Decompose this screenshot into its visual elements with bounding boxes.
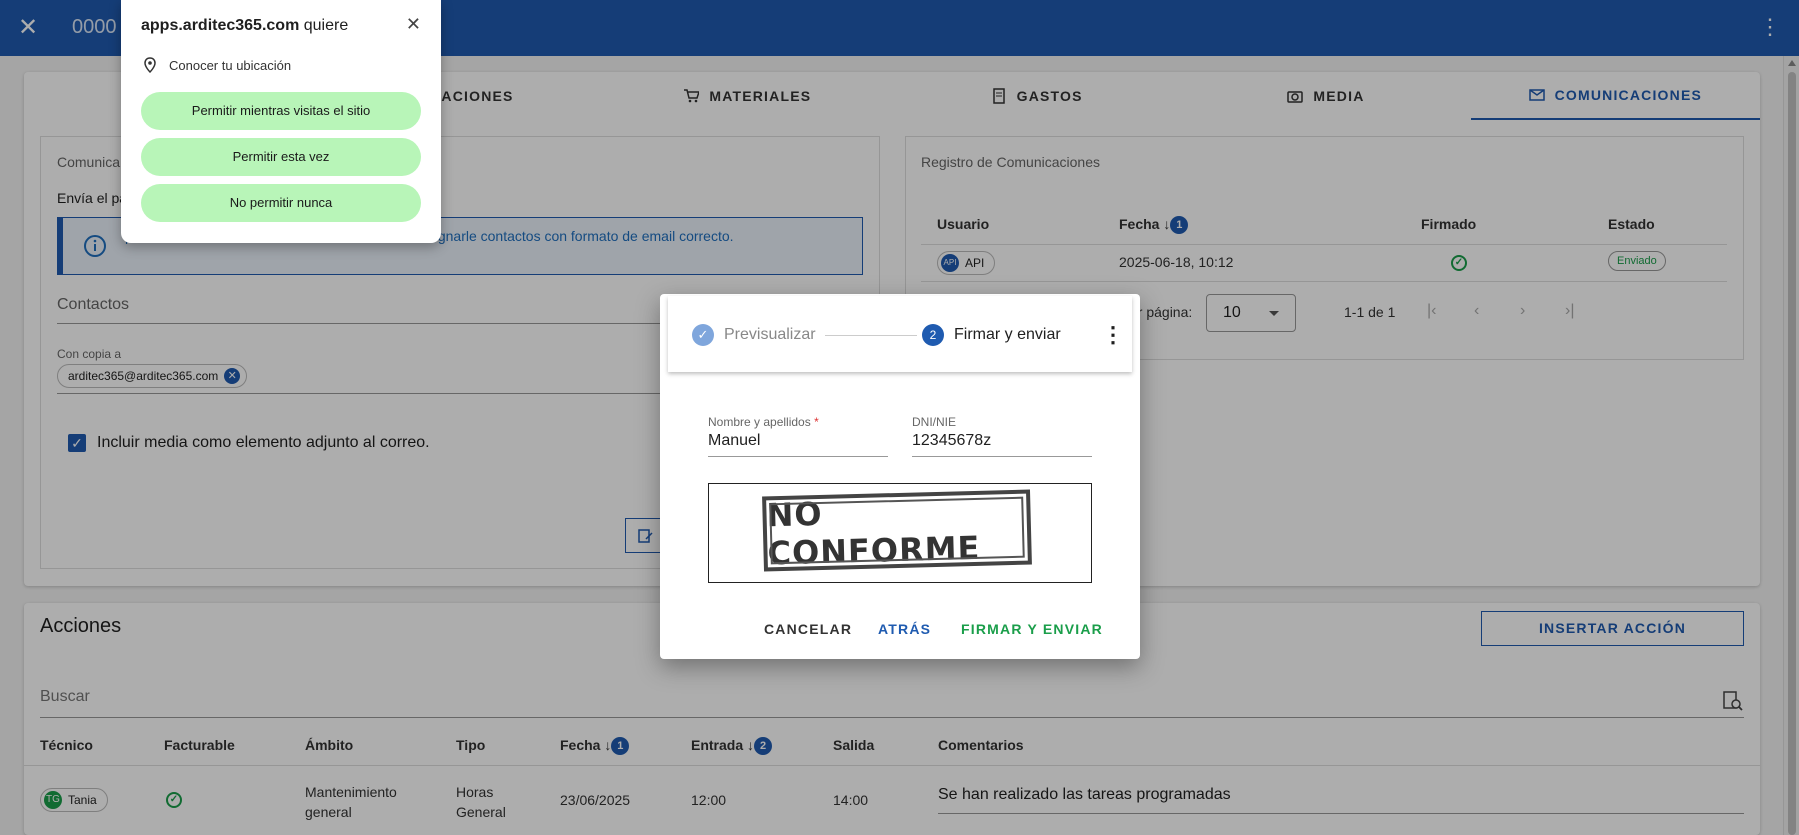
never-allow-button[interactable]: No permitir nunca: [141, 184, 421, 222]
dni-label: DNI/NIE: [912, 415, 957, 429]
close-icon[interactable]: ✕: [406, 14, 421, 35]
location-permission-popup: apps.arditec365.com quiere ✕ Conocer tu …: [121, 0, 441, 243]
allow-while-visiting-button[interactable]: Permitir mientras visitas el sitio: [141, 92, 421, 130]
dni-value: 12345678z: [912, 432, 992, 449]
sign-dialog: ✓ Previsualizar 2 Firmar y enviar ⋮ Nomb…: [660, 294, 1140, 659]
location-pin-icon: [144, 57, 156, 73]
allow-once-button[interactable]: Permitir esta vez: [141, 138, 421, 176]
popup-site: apps.arditec365.com: [141, 17, 300, 34]
name-label: Nombre y apellidos *: [708, 415, 819, 429]
signature-pad[interactable]: NO CONFORME: [708, 483, 1092, 583]
popup-header: apps.arditec365.com quiere: [141, 17, 348, 35]
popup-wants: quiere: [303, 17, 349, 34]
cancel-button[interactable]: CANCELAR: [764, 621, 852, 637]
more-options-icon[interactable]: ⋮: [1102, 322, 1124, 348]
step2-label: Firmar y enviar: [954, 326, 1061, 343]
dni-input[interactable]: 12345678z: [912, 432, 1092, 457]
stamp-image: NO CONFORME: [762, 489, 1032, 572]
name-value: Manuel: [708, 432, 761, 449]
step-connector: [825, 335, 917, 336]
stamp-inner-border: [769, 496, 1025, 565]
step2-number: 2: [922, 324, 944, 346]
step1-label: Previsualizar: [724, 326, 816, 343]
stepper: ✓ Previsualizar 2 Firmar y enviar ⋮: [668, 296, 1132, 372]
permission-text: Conocer tu ubicación: [169, 58, 292, 73]
sign-and-send-button[interactable]: FIRMAR Y ENVIAR: [961, 621, 1103, 637]
step-done-icon: ✓: [692, 324, 714, 346]
name-label-text: Nombre y apellidos: [708, 415, 811, 429]
name-input[interactable]: Manuel: [708, 432, 888, 457]
back-button[interactable]: ATRÁS: [878, 621, 931, 637]
required-mark: *: [814, 415, 819, 429]
